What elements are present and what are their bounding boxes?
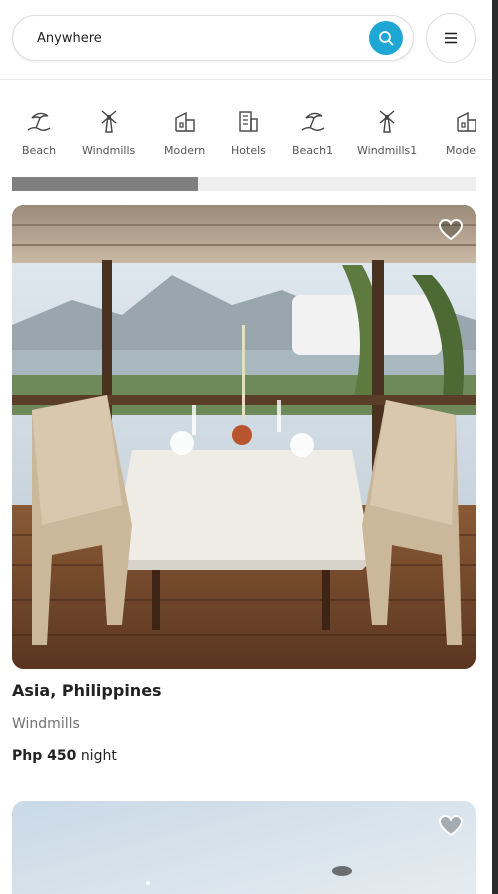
search-bar[interactable]: Anywhere xyxy=(12,15,414,61)
top-header: Anywhere xyxy=(0,0,492,80)
hamburger-menu-icon xyxy=(445,32,457,44)
listing-image[interactable] xyxy=(12,205,476,669)
search-icon xyxy=(379,31,394,46)
search-button[interactable] xyxy=(369,21,403,55)
listing-photo xyxy=(12,205,476,669)
category-modern-2[interactable]: Modern xyxy=(446,108,476,157)
favorite-heart-icon-2[interactable] xyxy=(438,813,464,839)
search-location-text[interactable]: Anywhere xyxy=(37,31,369,46)
category-beach[interactable]: Beach xyxy=(22,108,56,157)
listing-price-unit: night xyxy=(80,748,117,764)
listing-image-2[interactable] xyxy=(12,801,476,894)
window-edge xyxy=(492,0,498,894)
category-scrollbar[interactable] xyxy=(12,177,476,191)
category-hotels[interactable]: Hotels xyxy=(231,108,266,157)
beach-icon xyxy=(27,112,51,131)
category-windmills1[interactable]: Windmills1 xyxy=(357,108,417,157)
menu-button[interactable] xyxy=(426,13,476,63)
hotel-icon xyxy=(239,111,259,132)
listing-category: Windmills xyxy=(12,716,80,732)
listing-location: Asia, Philippines xyxy=(12,681,162,700)
category-modern[interactable]: Modern xyxy=(164,108,205,157)
category-bar: Beach Windmills Modern Hotels Beach1 Win… xyxy=(12,108,476,168)
windmill-icon xyxy=(379,110,395,133)
listing-photo-2 xyxy=(12,801,476,894)
listing-price: Php 450 night xyxy=(12,748,117,764)
modern-house-icon xyxy=(174,111,195,132)
beach-icon xyxy=(301,112,324,131)
category-scrollbar-thumb[interactable] xyxy=(12,177,198,191)
modern-house-icon xyxy=(456,111,476,132)
windmill-icon xyxy=(101,110,117,133)
category-beach1[interactable]: Beach1 xyxy=(292,108,333,157)
category-windmills[interactable]: Windmills xyxy=(82,108,135,157)
listing-price-amount: Php 450 xyxy=(12,748,77,764)
favorite-heart-icon[interactable] xyxy=(438,217,464,243)
